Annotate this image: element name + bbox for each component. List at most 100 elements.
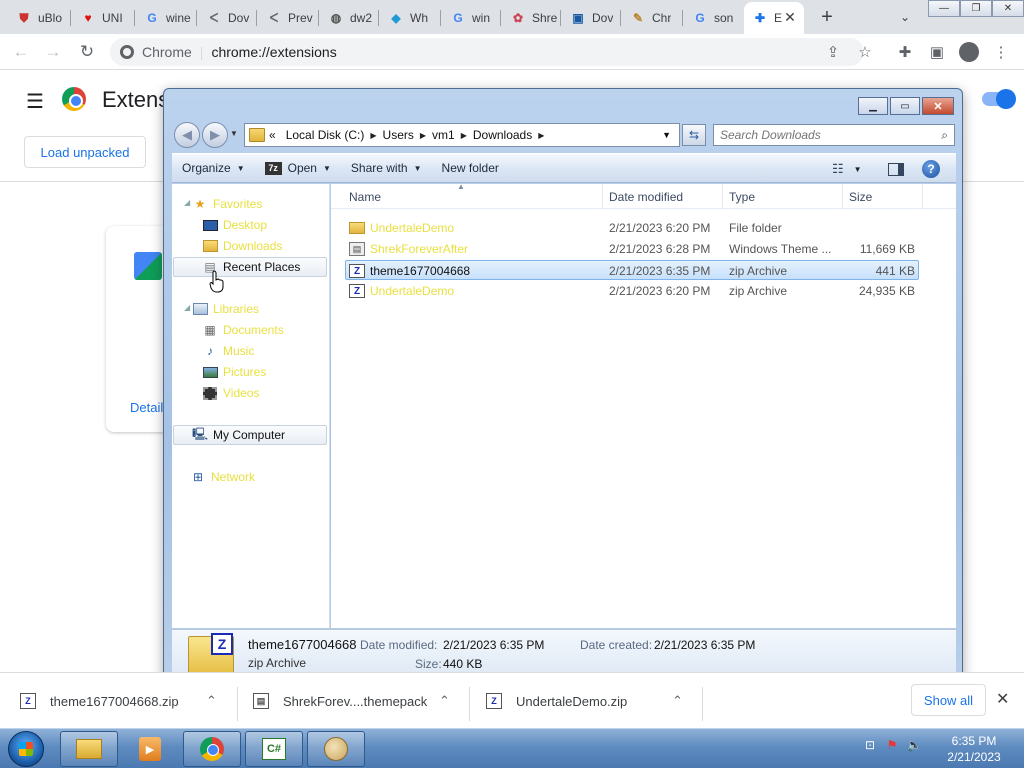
nav-music[interactable]: ♪ Music <box>202 341 254 361</box>
preview-pane-icon[interactable] <box>888 154 904 184</box>
tab-uni[interactable]: ♥ UNI <box>72 4 134 32</box>
breadcrumb-arrow-icon[interactable]: ▶ <box>370 131 376 140</box>
nav-downloads[interactable]: Downloads <box>202 236 282 256</box>
show-all-button[interactable]: Show all <box>911 684 986 716</box>
download-item-shrek-themepack[interactable]: ▤ ShrekForev....themepack ⌃ <box>253 673 469 729</box>
taskbar-media-player-button[interactable]: ▶ <box>121 731 179 767</box>
taskbar-chrome-button[interactable] <box>183 731 241 767</box>
recent-pages-dropdown-icon[interactable]: ▼ <box>230 129 238 138</box>
back-icon[interactable]: ← <box>8 40 34 64</box>
tab-dov-2[interactable]: ▣ Dov <box>562 4 620 32</box>
chevron-up-icon[interactable]: ⌃ <box>439 693 450 709</box>
reload-icon[interactable]: ↻ <box>74 40 100 64</box>
tab-son[interactable]: G son <box>684 4 742 32</box>
chrome-menu-icon[interactable]: ⋮ <box>990 40 1012 64</box>
chevron-up-icon[interactable]: ⌃ <box>672 693 683 709</box>
refresh-icon[interactable]: ⇆ <box>682 124 706 146</box>
taskbar-paint-button[interactable] <box>307 731 365 767</box>
download-item-undertale-zip[interactable]: Z UndertaleDemo.zip ⌃ <box>486 673 702 729</box>
download-item-theme-zip[interactable]: Z theme1677004668.zip ⌃ <box>20 673 236 729</box>
file-row[interactable]: ▤ ShrekForeverAfter 2/21/2023 6:28 PM Wi… <box>345 239 919 259</box>
tab-wh[interactable]: ◆ Wh <box>380 4 440 32</box>
forward-icon[interactable]: → <box>40 40 66 64</box>
tab-search-icon[interactable]: ⌄ <box>894 6 916 28</box>
tab-wine[interactable]: G wine <box>136 4 196 32</box>
organize-button[interactable]: Organize ▼ <box>172 154 255 182</box>
share-with-button[interactable]: Share with ▼ <box>341 154 432 182</box>
column-size[interactable]: Size <box>843 184 923 209</box>
expand-triangle-icon[interactable]: ◢ <box>184 198 190 207</box>
side-panel-icon[interactable]: ▣ <box>926 40 948 64</box>
nav-recent-places[interactable]: ▤ Recent Places <box>173 257 327 277</box>
nav-libraries[interactable]: Libraries <box>192 299 259 319</box>
load-unpacked-button[interactable]: Load unpacked <box>24 136 146 168</box>
explorer-close-button[interactable]: ✕ <box>922 97 954 115</box>
volume-icon[interactable]: 🔈 <box>906 737 922 753</box>
developer-mode-toggle[interactable] <box>982 89 1016 109</box>
close-button[interactable]: ✕ <box>992 0 1024 17</box>
breadcrumb-arrow-icon[interactable]: ▶ <box>461 131 467 140</box>
details-size-value: 440 KB <box>443 657 483 671</box>
network-tray-icon[interactable]: ⊡ <box>862 737 878 753</box>
chevron-up-icon[interactable]: ⌃ <box>206 693 217 709</box>
file-row[interactable]: UndertaleDemo 2/21/2023 6:20 PM File fol… <box>345 218 919 238</box>
breadcrumb-users[interactable]: Users <box>383 128 414 142</box>
action-center-flag-icon[interactable]: ⚑ <box>884 737 900 753</box>
column-date-modified[interactable]: Date modified <box>603 184 723 209</box>
tab-prev[interactable]: ᐸ Prev <box>258 4 318 32</box>
explorer-back-icon[interactable]: ◀ <box>174 122 200 148</box>
breadcrumb-arrow-icon[interactable]: ▶ <box>538 131 544 140</box>
share-icon[interactable]: ⇪ <box>822 40 844 64</box>
nav-desktop[interactable]: Desktop <box>202 215 267 235</box>
file-row[interactable]: Z UndertaleDemo 2/21/2023 6:20 PM zip Ar… <box>345 281 919 301</box>
column-type[interactable]: Type <box>723 184 843 209</box>
extensions-puzzle-icon[interactable]: ✚ <box>894 40 916 64</box>
taskbar-csharp-button[interactable]: C# <box>245 731 303 767</box>
breadcrumb-vm1[interactable]: vm1 <box>432 128 455 142</box>
explorer-maximize-button[interactable]: ▭ <box>890 97 920 115</box>
new-folder-button[interactable]: New folder <box>432 154 509 182</box>
hamburger-menu-icon[interactable]: ☰ <box>26 89 44 114</box>
new-tab-button[interactable]: + <box>816 4 838 30</box>
hand-cursor-icon <box>209 270 224 293</box>
nav-favorites[interactable]: ★ Favorites <box>192 194 263 214</box>
taskbar-clock[interactable]: 6:35 PM 2/21/2023 <box>944 733 1004 765</box>
address-bar[interactable]: « Local Disk (C:) ▶ Users ▶ vm1 ▶ Downlo… <box>244 123 680 147</box>
tab-close-icon[interactable]: ✕ <box>780 6 800 28</box>
taskbar-explorer-button[interactable] <box>60 731 118 767</box>
search-icon[interactable]: ⌕ <box>941 128 948 143</box>
restore-button[interactable]: ❐ <box>960 0 992 17</box>
breadcrumb-downloads[interactable]: Downloads <box>473 128 532 142</box>
expand-triangle-icon[interactable]: ◢ <box>184 303 190 312</box>
nav-pictures[interactable]: Pictures <box>202 362 266 382</box>
close-shelf-icon[interactable]: ✕ <box>996 689 1009 709</box>
nav-network[interactable]: ⊞ Network <box>190 467 255 487</box>
nav-my-computer[interactable]: 🖳 My Computer <box>173 425 327 445</box>
tab-dw2[interactable]: ◍ dw2 <box>320 4 378 32</box>
file-row-selected[interactable]: Z theme1677004668 2/21/2023 6:35 PM zip … <box>345 260 919 280</box>
column-name[interactable]: Name <box>343 184 603 209</box>
breadcrumb-overflow[interactable]: « <box>269 128 276 142</box>
minimize-button[interactable]: — <box>928 0 960 17</box>
view-options-button[interactable]: ☷ ▼ <box>832 154 862 184</box>
tab-dov[interactable]: ᐸ Dov <box>198 4 256 32</box>
tab-ublock[interactable]: ⛊ uBlo <box>8 4 68 32</box>
profile-avatar-icon[interactable] <box>958 40 980 64</box>
search-input[interactable] <box>720 128 926 142</box>
tab-shre[interactable]: ✿ Shre <box>502 4 560 32</box>
help-button[interactable]: ? <box>922 154 940 184</box>
breadcrumb-arrow-icon[interactable]: ▶ <box>420 131 426 140</box>
nav-documents[interactable]: ▦ Documents <box>202 320 283 340</box>
bookmark-star-icon[interactable]: ☆ <box>854 40 876 64</box>
address-dropdown-icon[interactable]: ▼ <box>662 130 671 140</box>
start-button[interactable] <box>8 731 44 767</box>
sort-ascending-icon: ▲ <box>457 182 465 191</box>
tab-win[interactable]: G win <box>442 4 500 32</box>
explorer-minimize-button[interactable]: ▁ <box>858 97 888 115</box>
open-button[interactable]: 7z Open ▼ <box>255 154 341 182</box>
tab-chr[interactable]: ✎ Chr <box>622 4 682 32</box>
omnibox[interactable]: Chrome | chrome://extensions <box>110 38 864 66</box>
breadcrumb-local-disk[interactable]: Local Disk (C:) <box>286 128 365 142</box>
explorer-forward-icon[interactable]: ▶ <box>202 122 228 148</box>
nav-videos[interactable]: Videos <box>202 383 259 403</box>
